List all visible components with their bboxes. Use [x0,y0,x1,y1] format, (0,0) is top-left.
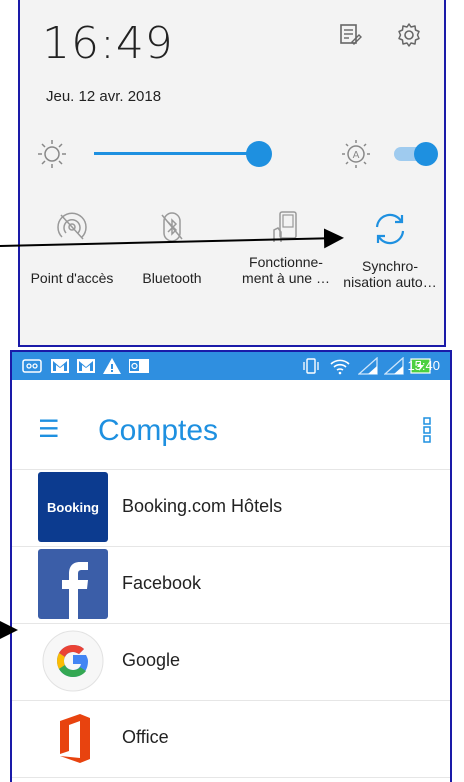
google-icon [42,630,104,692]
warning-icon [103,358,121,374]
account-row-office[interactable]: Office [12,700,450,777]
facebook-icon [38,549,108,619]
voicemail-icon [22,359,42,373]
bluetooth-off-icon [161,212,183,242]
tile-auto-sync[interactable]: Synchro- nisation auto… [338,210,442,290]
vibrate-icon [303,358,319,374]
wifi-icon [330,359,350,375]
auto-brightness-toggle[interactable] [394,142,440,166]
status-time: 15:40 [407,358,440,373]
outlook-icon [129,359,149,373]
edit-notes-icon[interactable] [338,22,362,46]
gmail-icon [51,359,69,373]
auto-brightness-icon: A [342,140,370,168]
clock-time: 16:49 [42,18,174,69]
svg-text:A: A [353,150,360,161]
signal-icon [384,357,404,375]
account-row-booking[interactable]: Booking Booking.com Hôtels [12,469,450,546]
account-name: Facebook [122,573,202,593]
brightness-low-icon [38,140,66,168]
signal-icon [358,357,378,375]
toggle-thumb [414,142,438,166]
brightness-slider-thumb[interactable] [246,141,272,167]
tile-hotspot[interactable]: Point d'accès [20,210,124,286]
account-name: Booking.com Hôtels [122,496,283,516]
sync-icon [375,213,405,245]
accounts-screen: 15:40 ☰ Comptes Booking Booking.com Hôte… [10,350,452,782]
booking-icon: Booking [38,472,108,542]
tile-one-hand-label: Fonctionne- ment à une … [242,254,330,286]
svg-text:Booking: Booking [47,500,99,515]
overflow-menu-icon[interactable] [422,416,432,444]
office-icon [60,714,90,763]
quick-settings-panel: 16:49 Jeu. 12 avr. 2018 A Point d'accès … [18,0,446,347]
tile-one-hand-mode[interactable]: Fonctionne- ment à une … [234,210,338,286]
tile-hotspot-label: Point d'accès [30,270,114,286]
account-name: Google [122,650,181,670]
accounts-list: Booking Booking.com Hôtels Facebook Goog… [12,469,450,780]
hotspot-off-icon [57,212,87,240]
gmail-icon [77,359,95,373]
page-title: Comptes [98,414,219,447]
tile-sync-label: Synchro- nisation auto… [343,258,437,290]
account-row-google[interactable]: Google [12,623,450,700]
brightness-slider-track[interactable] [94,152,259,155]
clock-date: Jeu. 12 avr. 2018 [46,88,162,105]
menu-icon[interactable]: ☰ [38,418,60,442]
tile-bluetooth[interactable]: Bluetooth [120,210,224,286]
account-row-facebook[interactable]: Facebook [12,546,450,623]
gear-icon[interactable] [396,22,422,48]
account-name: Office [122,727,169,747]
tile-bluetooth-label: Bluetooth [142,270,202,286]
app-bar: ☰ Comptes [12,380,450,472]
status-bar: 15:40 [12,352,450,380]
list-divider [12,777,450,780]
one-hand-phone-icon [273,211,297,242]
